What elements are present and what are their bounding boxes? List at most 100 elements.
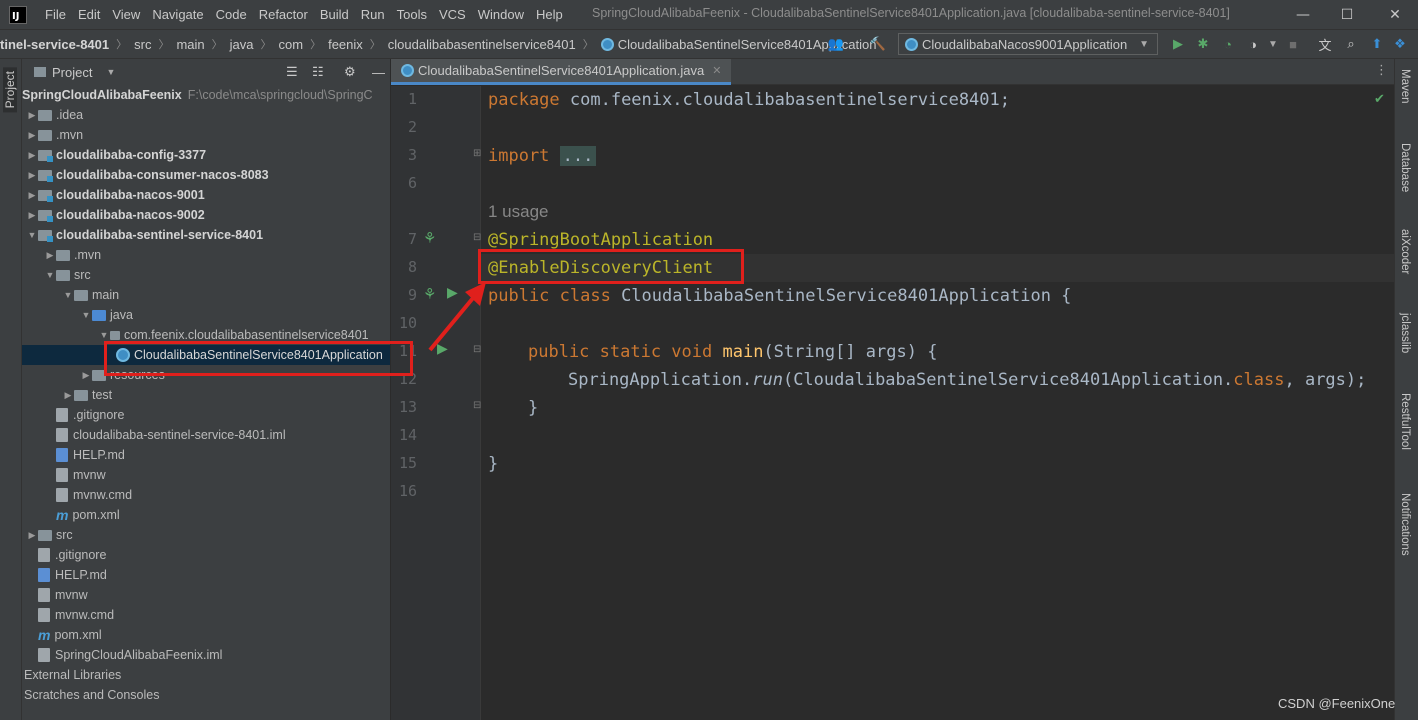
translate-icon[interactable]: 文: [1317, 36, 1333, 53]
chevron-right-icon[interactable]: ▶: [26, 110, 38, 121]
update-icon[interactable]: ⬆: [1369, 36, 1385, 52]
chevron-right-icon[interactable]: ▶: [80, 370, 92, 381]
chevron-down-icon[interactable]: ▼: [62, 290, 74, 300]
tree-item-mvn[interactable]: ▶ .mvn: [22, 125, 390, 145]
debug-icon[interactable]: ✱: [1195, 36, 1211, 52]
build-hammer-icon[interactable]: 🔨: [870, 36, 886, 52]
menu-refactor[interactable]: Refactor: [259, 7, 308, 22]
breadcrumb-feenix[interactable]: feenix: [328, 37, 363, 52]
hide-panel-icon[interactable]: —: [372, 65, 385, 80]
maven-tool-button[interactable]: Maven: [1399, 69, 1411, 104]
tree-item-main[interactable]: ▼ main: [22, 285, 390, 305]
collapse-all-icon[interactable]: ☷: [312, 64, 324, 80]
notifications-tool-button[interactable]: Notifications: [1399, 493, 1411, 556]
close-tab-icon[interactable]: ✕: [712, 64, 721, 77]
tree-item-mvnw[interactable]: mvnw: [22, 465, 390, 485]
run-icon[interactable]: ▶: [1170, 36, 1186, 52]
menu-tools[interactable]: Tools: [397, 7, 427, 22]
menu-run[interactable]: Run: [361, 7, 385, 22]
menu-vcs[interactable]: VCS: [439, 7, 466, 22]
tree-item-resources[interactable]: ▶ resources: [22, 365, 390, 385]
menu-build[interactable]: Build: [320, 7, 349, 22]
tree-item-project-root[interactable]: SpringCloudAlibabaFeenix F:\code\mca\spr…: [22, 85, 390, 105]
chevron-down-icon[interactable]: ▼: [98, 330, 110, 340]
menu-help[interactable]: Help: [536, 7, 563, 22]
tree-item-mvn[interactable]: ▶ .mvn: [22, 245, 390, 265]
menu-file[interactable]: File: [45, 7, 66, 22]
editor-tab-active[interactable]: CloudalibabaSentinelService8401Applicati…: [391, 59, 731, 85]
tree-item-iml[interactable]: cloudalibaba-sentinel-service-8401.iml: [22, 425, 390, 445]
breadcrumb-module[interactable]: tinel-service-8401: [0, 37, 109, 52]
tree-item-module-sentinel[interactable]: ▼ cloudalibaba-sentinel-service-8401: [22, 225, 390, 245]
code-editor[interactable]: package com.feenix.cloudalibabasentinels…: [481, 86, 1394, 720]
breadcrumb-src[interactable]: src: [134, 37, 151, 52]
menu-edit[interactable]: Edit: [78, 7, 100, 22]
expand-all-icon[interactable]: ☰: [286, 64, 298, 80]
menu-code[interactable]: Code: [216, 7, 247, 22]
minimize-button[interactable]: —: [1280, 0, 1326, 29]
chevron-right-icon[interactable]: ▶: [26, 130, 38, 141]
tree-item-src[interactable]: ▼ src: [22, 265, 390, 285]
more-run-options-icon[interactable]: ▼: [1265, 36, 1281, 52]
folded-imports[interactable]: ...: [559, 146, 597, 166]
tree-item-module[interactable]: ▶ cloudalibaba-nacos-9001: [22, 185, 390, 205]
chevron-right-icon[interactable]: ▶: [26, 150, 38, 161]
aixcoder-tool-button[interactable]: aiXcoder: [1399, 229, 1411, 274]
usage-hint[interactable]: 1 usage: [488, 198, 549, 226]
chevron-right-icon[interactable]: ▶: [62, 390, 74, 401]
chevron-right-icon[interactable]: ▶: [26, 210, 38, 221]
tree-item-mvnw[interactable]: mvnw: [22, 585, 390, 605]
breadcrumb-main[interactable]: main: [176, 37, 204, 52]
vcs-user-icon[interactable]: 👥: [828, 36, 844, 52]
breadcrumb-package[interactable]: cloudalibabasentinelservice8401: [388, 37, 576, 52]
project-view-label[interactable]: Project: [52, 65, 92, 80]
breadcrumb-com[interactable]: com: [279, 37, 304, 52]
stop-icon[interactable]: ■: [1285, 36, 1301, 52]
tree-item-mvnw-cmd[interactable]: mvnw.cmd: [22, 605, 390, 625]
tree-item-scratches[interactable]: Scratches and Consoles: [22, 685, 390, 705]
tree-item-test[interactable]: ▶ test: [22, 385, 390, 405]
spring-bean-gutter-icon[interactable]: ⚘: [423, 229, 436, 247]
run-configuration-select[interactable]: CloudalibabaNacos9001Application ▼: [898, 33, 1158, 55]
jclasslib-tool-button[interactable]: jclasslib: [1399, 313, 1411, 353]
restfultool-tool-button[interactable]: RestfulTool: [1399, 393, 1411, 450]
tree-item-external-libraries[interactable]: External Libraries: [22, 665, 390, 685]
tree-item-module[interactable]: ▶ cloudalibaba-consumer-nacos-8083: [22, 165, 390, 185]
more-tabs-icon[interactable]: ⋮: [1375, 63, 1388, 78]
profile-icon[interactable]: ◑: [1245, 36, 1261, 52]
tree-item-module[interactable]: ▶ cloudalibaba-config-3377: [22, 145, 390, 165]
chevron-down-icon[interactable]: ▼: [44, 270, 56, 280]
chevron-right-icon[interactable]: ▶: [26, 170, 38, 181]
coverage-icon[interactable]: ◔: [1220, 36, 1236, 52]
tree-item-pom[interactable]: m pom.xml: [22, 625, 390, 645]
chevron-down-icon[interactable]: ▼: [106, 67, 115, 77]
tree-item-package[interactable]: ▼ com.feenix.cloudalibabasentinelservice…: [22, 325, 390, 345]
tree-item-help[interactable]: HELP.md: [22, 565, 390, 585]
menu-window[interactable]: Window: [478, 7, 524, 22]
menu-navigate[interactable]: Navigate: [152, 7, 203, 22]
tree-item-application-class[interactable]: CloudalibabaSentinelService8401Applicati…: [22, 345, 390, 365]
database-tool-button[interactable]: Database: [1399, 143, 1411, 192]
tree-item-gitignore[interactable]: .gitignore: [22, 545, 390, 565]
settings-logo-icon[interactable]: ❖: [1392, 36, 1408, 52]
tree-item-help[interactable]: HELP.md: [22, 445, 390, 465]
maximize-button[interactable]: ☐: [1324, 0, 1370, 29]
search-icon[interactable]: ⌕: [1343, 36, 1359, 52]
tree-item-java[interactable]: ▼ java: [22, 305, 390, 325]
chevron-right-icon[interactable]: ▶: [44, 250, 56, 261]
tree-item-module[interactable]: ▶ cloudalibaba-nacos-9002: [22, 205, 390, 225]
tree-item-mvnw-cmd[interactable]: mvnw.cmd: [22, 485, 390, 505]
chevron-down-icon[interactable]: ▼: [80, 310, 92, 320]
close-button[interactable]: ✕: [1372, 0, 1418, 29]
gear-icon[interactable]: ⚙: [344, 64, 356, 80]
breadcrumb-java[interactable]: java: [230, 37, 254, 52]
tree-item-gitignore[interactable]: .gitignore: [22, 405, 390, 425]
tree-item-root-iml[interactable]: SpringCloudAlibabaFeenix.iml: [22, 645, 390, 665]
tree-item-idea[interactable]: ▶ .idea: [22, 105, 390, 125]
tree-item-pom[interactable]: m pom.xml: [22, 505, 390, 525]
menu-view[interactable]: View: [112, 7, 140, 22]
project-tool-button[interactable]: Project: [3, 67, 17, 113]
chevron-down-icon[interactable]: ▼: [26, 230, 38, 240]
chevron-right-icon[interactable]: ▶: [26, 190, 38, 201]
inspection-ok-icon[interactable]: ✔: [1374, 92, 1385, 107]
